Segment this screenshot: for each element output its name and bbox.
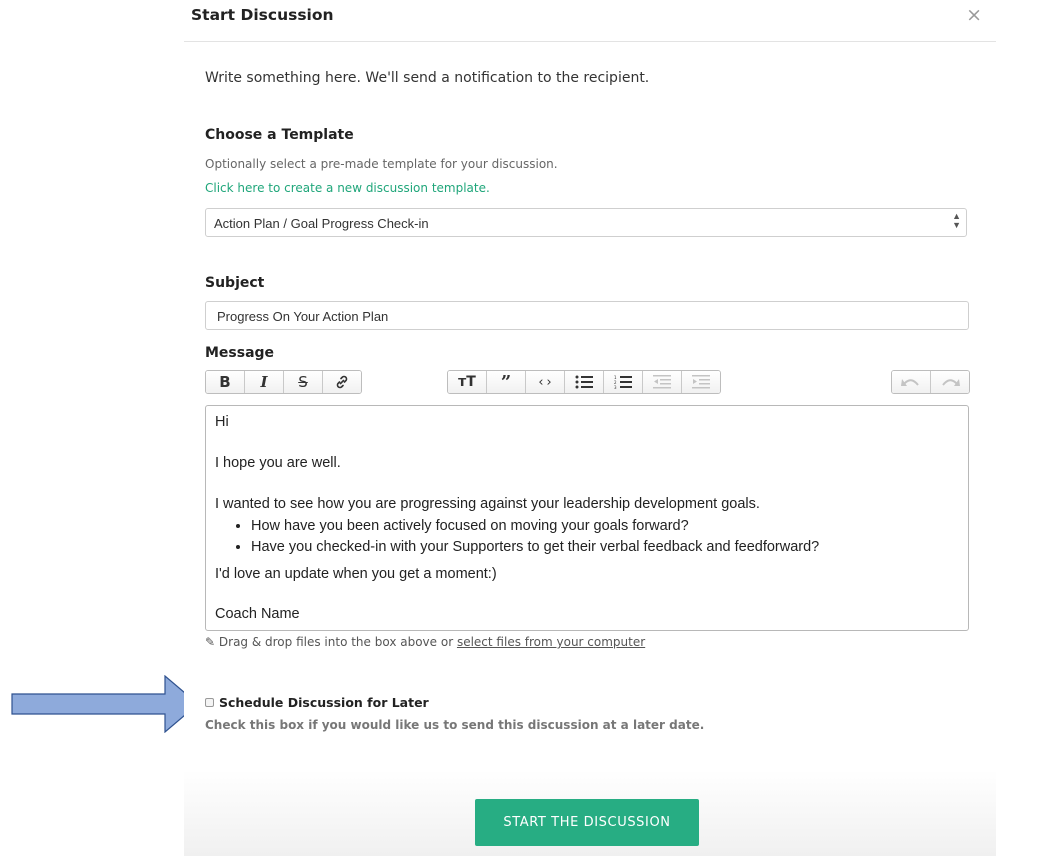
message-editor[interactable]: Hi I hope you are well. I wanted to see … [205,405,969,631]
message-greeting: Hi [215,414,229,430]
history-toolbar [891,370,970,394]
paperclip-icon: ✎ [205,635,216,649]
template-select-value: Action Plan / Goal Progress Check-in [214,216,429,231]
start-discussion-button[interactable]: START THE DISCUSSION [475,799,699,846]
svg-text:3: 3 [614,385,617,389]
message-heading: Message [205,345,275,361]
modal-title: Start Discussion [191,6,334,24]
modal-header: Start Discussion × [184,0,996,42]
message-bullet-list: How have you been actively focused on mo… [215,516,819,558]
schedule-label[interactable]: Schedule Discussion for Later [219,695,429,710]
dnd-text: Drag & drop files into the box above or [218,635,457,649]
file-drop-hint: ✎ Drag & drop files into the box above o… [205,635,645,649]
list-item: Have you checked-in with your Supporters… [251,537,819,558]
heading-icon[interactable]: ᴛT [448,371,487,393]
message-line: I hope you are well. [215,455,341,471]
annotation-arrow [11,675,199,733]
link-icon[interactable] [323,371,361,393]
schedule-checkbox[interactable] [205,698,214,707]
intro-text: Write something here. We'll send a notif… [205,70,650,86]
quote-icon[interactable]: ” [487,371,526,393]
format-toolbar-text: B I S [205,370,362,394]
italic-icon[interactable]: I [245,371,284,393]
numbered-list-icon[interactable]: 123 [604,371,643,393]
template-select[interactable]: Action Plan / Goal Progress Check-in ▲ ▼ [205,208,967,237]
message-signature: Coach Name [215,606,300,622]
message-line: I'd love an update when you get a moment… [215,566,497,582]
bold-icon[interactable]: B [206,371,245,393]
subject-input-value: Progress On Your Action Plan [217,309,389,324]
subject-heading: Subject [205,275,265,291]
redo-icon[interactable] [931,371,969,393]
modal-footer: START THE DISCUSSION [184,770,996,856]
list-item: How have you been actively focused on mo… [251,516,819,537]
select-files-link[interactable]: select files from your computer [457,635,645,649]
indent-icon[interactable] [682,371,720,393]
bullet-list-icon[interactable] [565,371,604,393]
outdent-icon[interactable] [643,371,682,393]
strikethrough-icon[interactable]: S [284,371,323,393]
schedule-help: Check this box if you would like us to s… [205,718,705,732]
start-discussion-modal: Start Discussion × Write something here.… [184,0,996,856]
template-heading: Choose a Template [205,127,354,143]
close-icon[interactable]: × [966,5,982,25]
message-line: I wanted to see how you are progressing … [215,496,760,512]
format-toolbar-blocks: ᴛT ” ‹› 123 [447,370,721,394]
template-help: Optionally select a pre-made template fo… [205,157,558,171]
code-icon[interactable]: ‹› [526,371,565,393]
select-arrows-icon: ▲ ▼ [952,211,961,230]
subject-input[interactable]: Progress On Your Action Plan [205,301,969,330]
undo-icon[interactable] [892,371,931,393]
create-template-link[interactable]: Click here to create a new discussion te… [205,181,490,195]
